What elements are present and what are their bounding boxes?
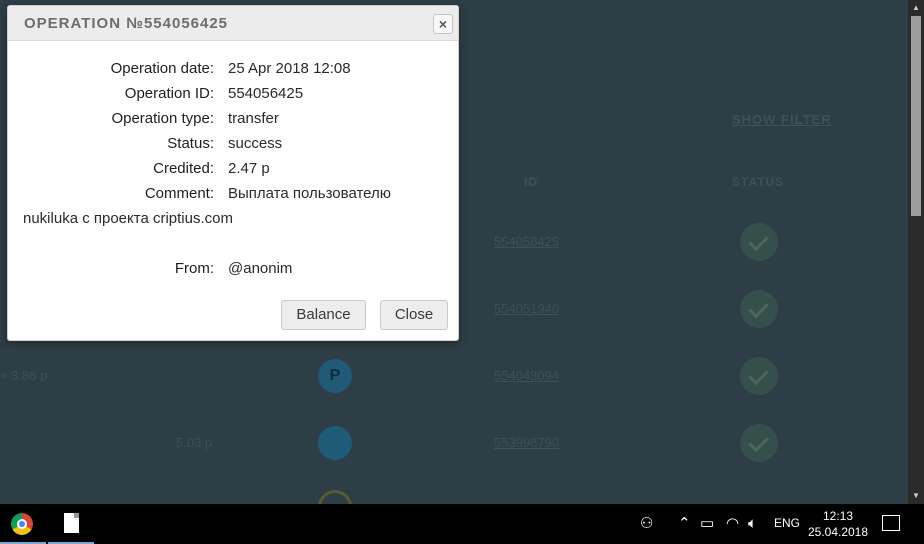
- method-icon-partial: [318, 490, 352, 504]
- taskbar-app-chrome[interactable]: [0, 504, 46, 544]
- operation-id-link[interactable]: 554043094: [494, 368, 559, 383]
- operation-dialog: OPERATION №554056425 × Operation date: 2…: [7, 5, 459, 341]
- table-row[interactable]: 5.03 р 553998790: [0, 409, 908, 476]
- close-button[interactable]: Close: [380, 300, 448, 330]
- clock-time: 12:13: [822, 509, 854, 523]
- wifi-icon[interactable]: ◠: [726, 515, 739, 533]
- taskbar-app-document[interactable]: [48, 504, 94, 544]
- dialog-title: OPERATION №554056425: [24, 15, 229, 32]
- comment-value: Выплата пользователю: [228, 185, 392, 202]
- battery-icon[interactable]: ▭: [700, 515, 714, 533]
- status-label: Status:: [167, 135, 214, 152]
- column-header-status: STATUS: [732, 175, 785, 189]
- comment-label: Comment:: [144, 185, 214, 202]
- show-filter-link[interactable]: SHOW FILTER: [732, 112, 832, 127]
- clock-date: 25.04.2018: [807, 525, 869, 539]
- credited-value: 2.47 р: [228, 160, 270, 177]
- comment-continuation: nukiluka с проекта criptius.com: [23, 210, 233, 227]
- status-success-icon: [740, 357, 778, 395]
- payeer-icon: P: [318, 359, 352, 393]
- scrollbar[interactable]: ▲ ▼: [908, 0, 924, 504]
- chrome-icon: [11, 513, 33, 535]
- people-icon[interactable]: ⚇: [640, 515, 653, 533]
- operation-date-value: 25 Apr 2018 12:08: [228, 60, 351, 77]
- from-value: @anonim: [228, 260, 293, 277]
- clock[interactable]: 12:13 25.04.2018: [806, 508, 870, 540]
- status-success-icon: [740, 290, 778, 328]
- scroll-up-arrow-icon[interactable]: ▲: [908, 0, 924, 16]
- scroll-thumb[interactable]: [911, 16, 921, 216]
- operation-id-link[interactable]: 553998790: [494, 435, 559, 450]
- taskbar: ⚇ ⌃ ▭ ◠ 🔈︎ ENG 12:13 25.04.2018: [0, 504, 924, 544]
- from-label: From:: [174, 260, 214, 277]
- status-success-icon: [740, 424, 778, 462]
- notifications-icon[interactable]: [882, 515, 900, 531]
- operation-type-label: Operation type:: [111, 110, 214, 127]
- operation-id-link[interactable]: 554056425: [494, 234, 559, 249]
- chevron-up-icon[interactable]: ⌃: [678, 515, 691, 533]
- operation-date-label: Operation date:: [110, 60, 214, 77]
- amount-cell: 5.03 р: [176, 435, 213, 450]
- table-row[interactable]: + 3.86 р P 554043094: [0, 342, 908, 409]
- operation-id-link[interactable]: 554051940: [494, 301, 559, 316]
- balance-button[interactable]: Balance: [281, 300, 366, 330]
- file-icon: [64, 513, 79, 533]
- credited-label: Credited:: [153, 160, 214, 177]
- scroll-down-arrow-icon[interactable]: ▼: [908, 488, 924, 504]
- status-success-icon: [740, 223, 778, 261]
- dialog-header: OPERATION №554056425 ×: [8, 6, 458, 41]
- operation-id-label: Operation ID:: [124, 85, 214, 102]
- language-indicator[interactable]: ENG: [774, 516, 800, 530]
- close-icon[interactable]: ×: [433, 14, 453, 34]
- status-value: success: [228, 135, 283, 152]
- operation-id-value: 554056425: [228, 85, 304, 102]
- operation-type-value: transfer: [228, 110, 279, 127]
- column-header-id: ID: [524, 175, 538, 189]
- volume-icon[interactable]: 🔈︎: [748, 515, 757, 533]
- method-icon: [318, 426, 352, 460]
- amount-cell: + 3.86 р: [0, 368, 48, 383]
